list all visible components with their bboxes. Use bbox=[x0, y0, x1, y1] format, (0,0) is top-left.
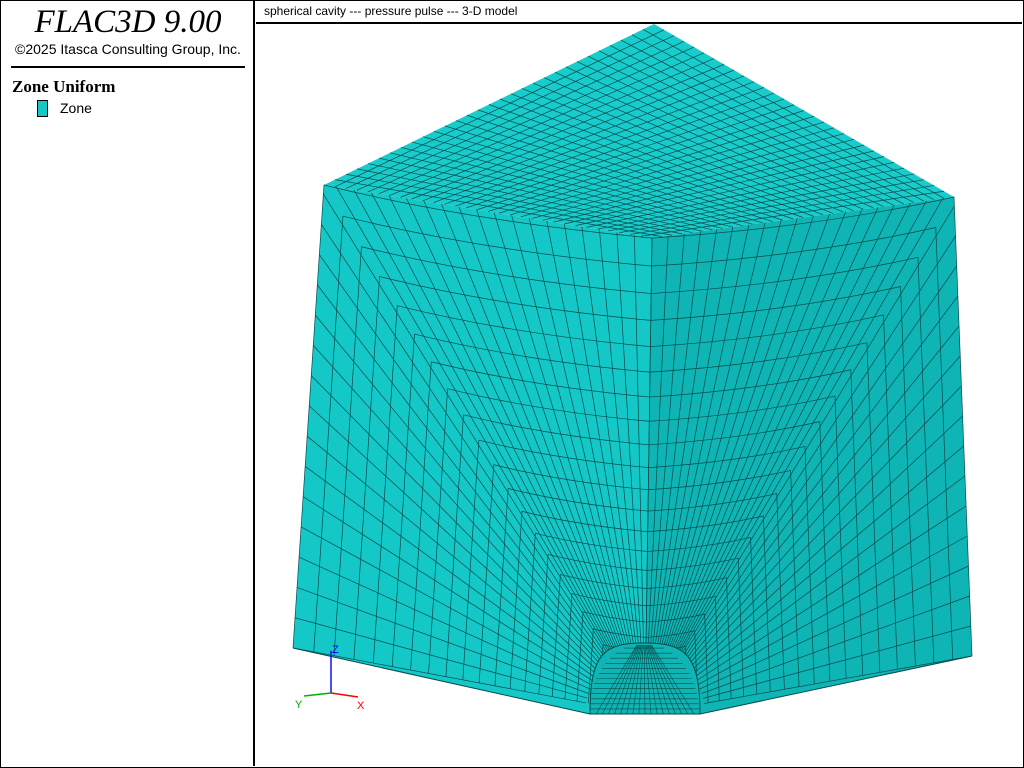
legend-swatch-zone bbox=[37, 99, 48, 117]
axis-x-label: X bbox=[357, 700, 365, 712]
axis-z-label: Z bbox=[332, 644, 339, 656]
legend-item-zone[interactable]: Zone bbox=[37, 98, 92, 118]
model-viewport[interactable]: X Y Z spherical cavity --- pressure pulse … bbox=[256, 1, 1022, 766]
viewport-header: spherical cavity --- pressure pulse --- … bbox=[256, 1, 1022, 24]
copyright-text: ©2025 Itasca Consulting Group, Inc. bbox=[15, 41, 241, 57]
legend-panel: FLAC3D 9.00 ©2025 Itasca Consulting Grou… bbox=[1, 1, 255, 766]
legend-label-zone: Zone bbox=[60, 100, 92, 116]
zone-face-right bbox=[645, 197, 972, 714]
axis-y-label: Y bbox=[295, 699, 303, 711]
viewport-caption: spherical cavity --- pressure pulse --- … bbox=[264, 4, 518, 18]
title-divider bbox=[11, 66, 245, 68]
app-title: FLAC3D 9.00 bbox=[34, 4, 222, 40]
axis-y-line bbox=[303, 692, 332, 697]
model-canvas[interactable]: X Y Z bbox=[256, 1, 1022, 766]
axis-x-line bbox=[330, 692, 359, 698]
legend-title: Zone Uniform bbox=[12, 77, 116, 96]
